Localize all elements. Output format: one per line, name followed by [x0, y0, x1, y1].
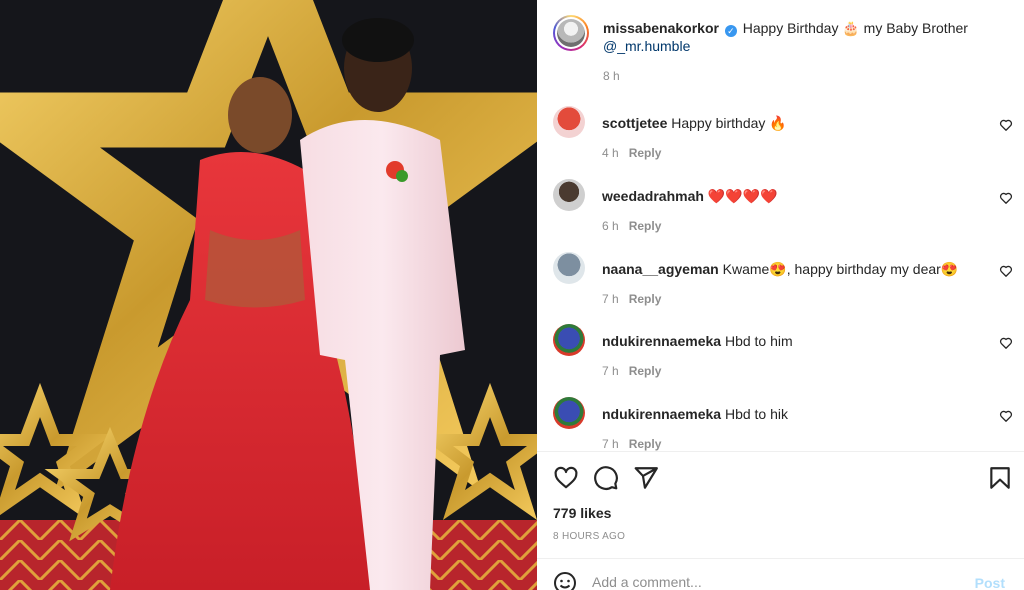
bookmark-icon[interactable]	[987, 465, 1013, 491]
reply-button[interactable]: Reply	[629, 292, 662, 306]
caption-text: Happy Birthday 🎂 my Baby Brother	[742, 20, 968, 36]
comment-avatar[interactable]	[553, 179, 585, 211]
comment-text: Kwame😍, happy birthday my dear😍	[722, 261, 959, 277]
comment-username[interactable]: weedadrahmah	[602, 188, 704, 204]
divider	[537, 451, 1024, 452]
comment-text: Hbd to hik	[724, 406, 788, 422]
comment-heart-icon[interactable]	[999, 191, 1013, 205]
author-username[interactable]: missabenakorkor	[603, 20, 719, 36]
comment-meta: 7 h Reply	[602, 292, 661, 306]
comment-meta: 6 h Reply	[602, 219, 661, 233]
comment-meta: 4 h Reply	[602, 146, 661, 160]
reply-button[interactable]: Reply	[629, 437, 662, 451]
comment-avatar[interactable]	[553, 324, 585, 356]
comment-username[interactable]: ndukirennaemeka	[602, 333, 721, 349]
comment-heart-icon[interactable]	[999, 409, 1013, 423]
caption-timestamp[interactable]: 8 h	[603, 69, 620, 83]
emoji-icon[interactable]	[553, 571, 577, 590]
reply-button[interactable]: Reply	[629, 219, 662, 233]
comment-text-block: ndukirennaemeka Hbd to hik	[602, 405, 788, 423]
caption-text-block: missabenakorkor ✓ Happy Birthday 🎂 my Ba…	[603, 19, 993, 55]
caption-mention-link[interactable]: @_mr.humble	[603, 38, 690, 54]
post-photo[interactable]	[0, 0, 537, 590]
comment-input[interactable]	[592, 574, 952, 590]
likes-count[interactable]: 779 likes	[553, 505, 611, 521]
comment-text: Hbd to him	[724, 333, 793, 349]
comment-meta: 7 h Reply	[602, 364, 661, 378]
post-button[interactable]: Post	[975, 575, 1005, 590]
comment-item: weedadrahmah ❤️❤️❤️❤️ 6 h Reply	[553, 179, 1013, 233]
divider	[537, 558, 1024, 559]
post-sidebar: missabenakorkor ✓ Happy Birthday 🎂 my Ba…	[537, 0, 1024, 590]
author-avatar[interactable]	[553, 15, 589, 51]
comment-avatar[interactable]	[553, 397, 585, 429]
comment-text-block: ndukirennaemeka Hbd to him	[602, 332, 793, 350]
comment-text-block: weedadrahmah ❤️❤️❤️❤️	[602, 187, 778, 205]
comment-icon[interactable]	[593, 465, 619, 491]
comment-username[interactable]: naana__agyeman	[602, 261, 719, 277]
reply-button[interactable]: Reply	[629, 146, 662, 160]
comment-time[interactable]: 4 h	[602, 146, 619, 160]
comment-item: scottjetee Happy birthday 🔥 4 h Reply	[553, 106, 1013, 160]
comment-text: Happy birthday 🔥	[671, 115, 787, 131]
comment-meta: 7 h Reply	[602, 437, 661, 451]
comment-heart-icon[interactable]	[999, 264, 1013, 278]
verified-badge-icon: ✓	[724, 25, 737, 37]
share-icon[interactable]	[633, 465, 659, 491]
heart-icon[interactable]	[553, 465, 579, 491]
post-photo-image	[0, 0, 537, 590]
comment-username[interactable]: ndukirennaemeka	[602, 406, 721, 422]
comment-time[interactable]: 6 h	[602, 219, 619, 233]
comment-avatar[interactable]	[553, 106, 585, 138]
comment-text-block: scottjetee Happy birthday 🔥	[602, 114, 787, 132]
comment-time[interactable]: 7 h	[602, 364, 619, 378]
comment-time[interactable]: 7 h	[602, 292, 619, 306]
add-comment-bar: Post	[553, 571, 1013, 590]
comment-heart-icon[interactable]	[999, 118, 1013, 132]
comment-item: naana__agyeman Kwame😍, happy birthday my…	[553, 252, 1013, 306]
post-action-bar	[553, 465, 1013, 491]
comment-heart-icon[interactable]	[999, 336, 1013, 350]
comment-time[interactable]: 7 h	[602, 437, 619, 451]
post-age[interactable]: 8 HOURS AGO	[553, 531, 625, 542]
comment-avatar[interactable]	[553, 252, 585, 284]
comment-text: ❤️❤️❤️❤️	[707, 188, 778, 204]
reply-button[interactable]: Reply	[629, 364, 662, 378]
comment-text-block: naana__agyeman Kwame😍, happy birthday my…	[602, 260, 958, 278]
comment-username[interactable]: scottjetee	[602, 115, 667, 131]
comment-item: ndukirennaemeka Hbd to him 7 h Reply	[553, 324, 1013, 378]
comment-item: ndukirennaemeka Hbd to hik 7 h Reply	[553, 397, 1013, 451]
